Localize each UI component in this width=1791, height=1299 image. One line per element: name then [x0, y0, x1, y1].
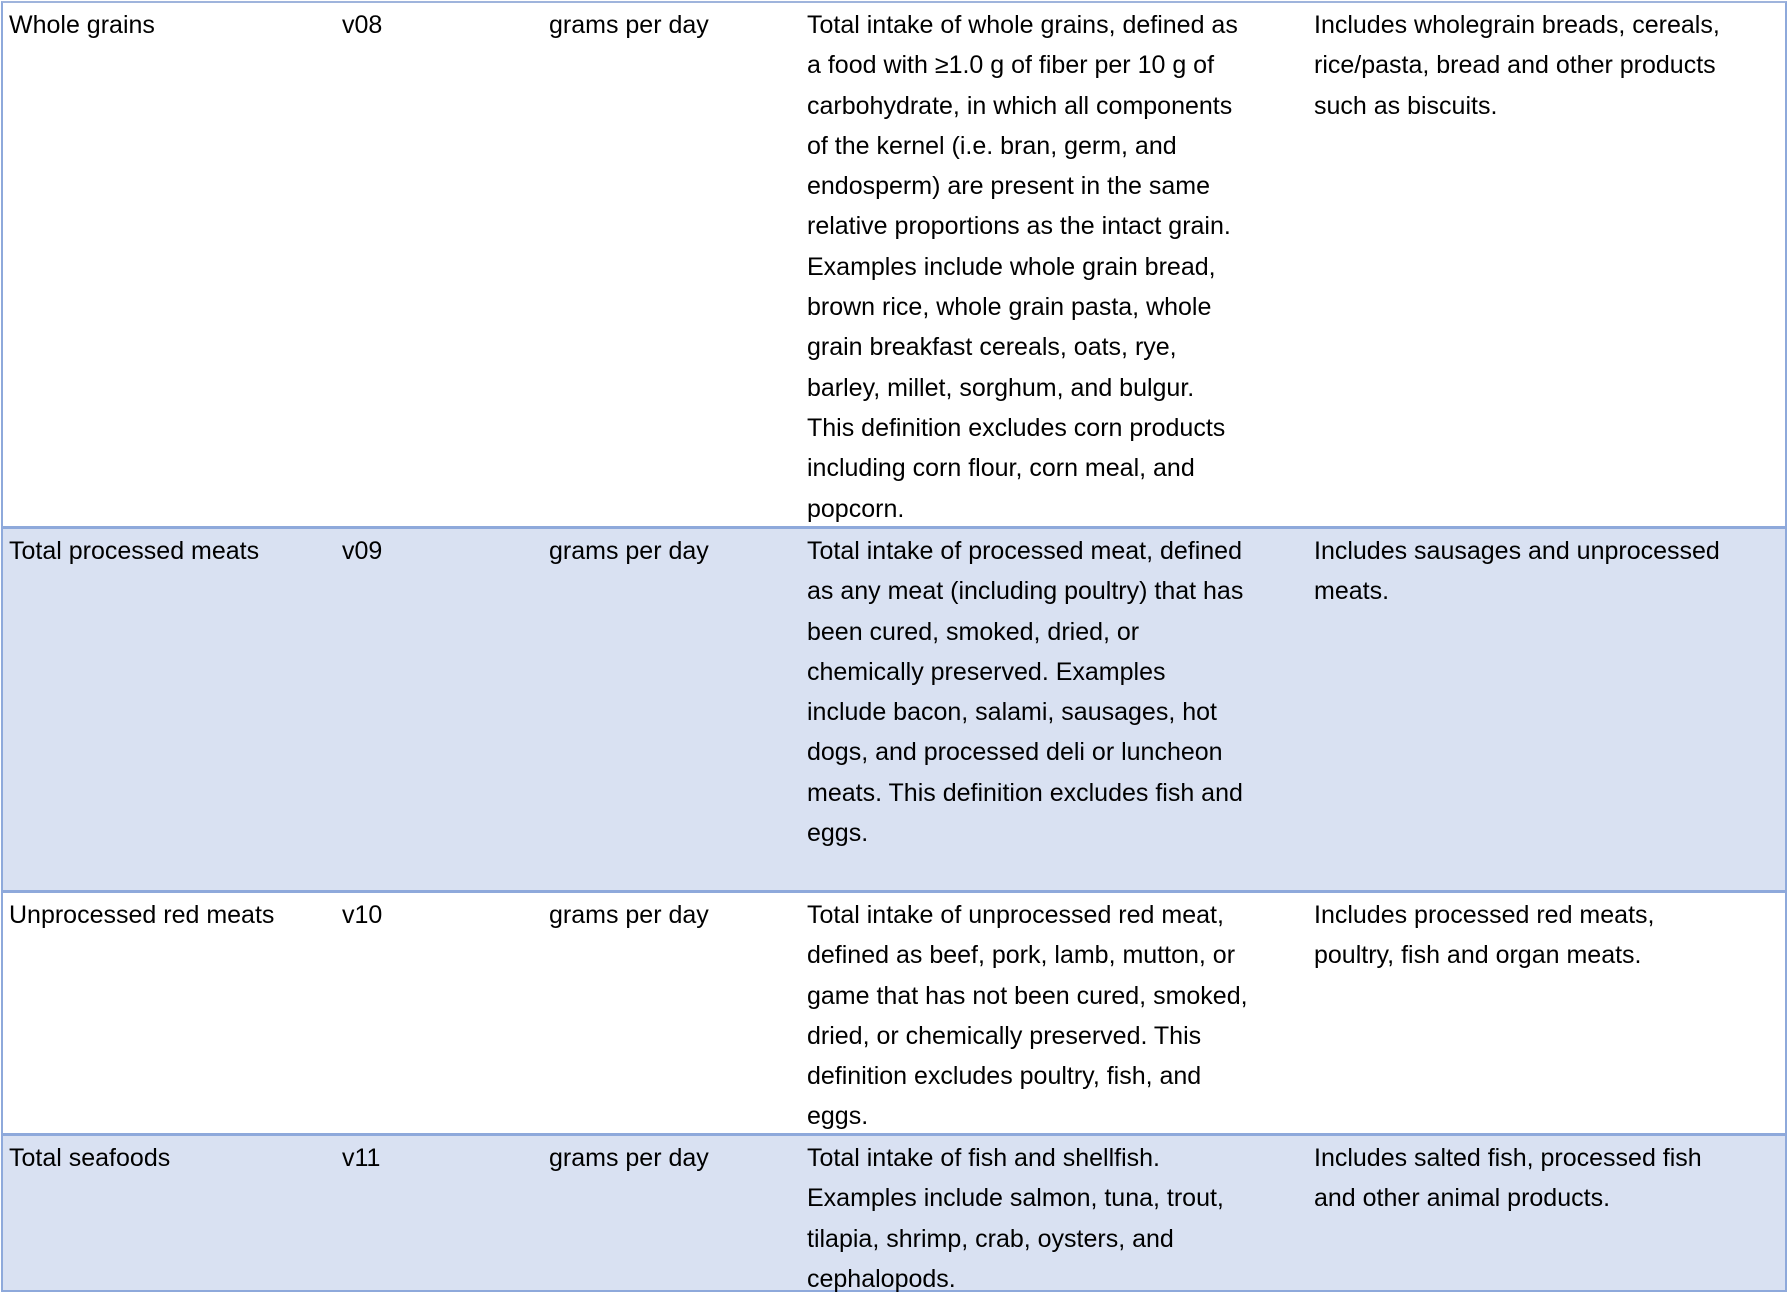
definition: Total intake of fish and shellfish. Exam… [807, 1144, 1224, 1293]
table-row: Whole grains v08 grams per day Total int… [3, 3, 1785, 526]
variable-code: v11 [342, 1144, 381, 1172]
variable-code: v10 [342, 901, 383, 929]
unit: grams per day [549, 901, 709, 929]
definition: Total intake of processed meat, defined … [807, 537, 1244, 848]
table-row: Total seafoods v11 grams per day Total i… [3, 1133, 1785, 1293]
variable-code: v08 [342, 11, 383, 39]
variable-code: v09 [342, 537, 383, 565]
notes: Includes processed red meats, poultry, f… [1314, 901, 1655, 970]
food-name: Total seafoods [9, 1144, 171, 1172]
definition: Total intake of unprocessed red meat, de… [807, 901, 1248, 1131]
food-name: Total processed meats [9, 537, 260, 565]
unit: grams per day [549, 11, 709, 39]
notes: Includes wholegrain breads, cereals, ric… [1314, 11, 1720, 120]
table-row: Total processed meats v09 grams per day … [3, 526, 1785, 890]
food-definitions-table: Whole grains v08 grams per day Total int… [1, 1, 1787, 1293]
unit: grams per day [549, 1144, 709, 1172]
food-name: Whole grains [9, 11, 155, 39]
unit: grams per day [549, 537, 709, 565]
food-name: Unprocessed red meats [9, 901, 275, 929]
definition: Total intake of whole grains, defined as… [807, 11, 1238, 523]
table-row: Unprocessed red meats v10 grams per day … [3, 890, 1785, 1133]
notes: Includes sausages and unprocessed meats. [1314, 537, 1720, 606]
notes: Includes salted fish, processed fish and… [1314, 1144, 1702, 1213]
